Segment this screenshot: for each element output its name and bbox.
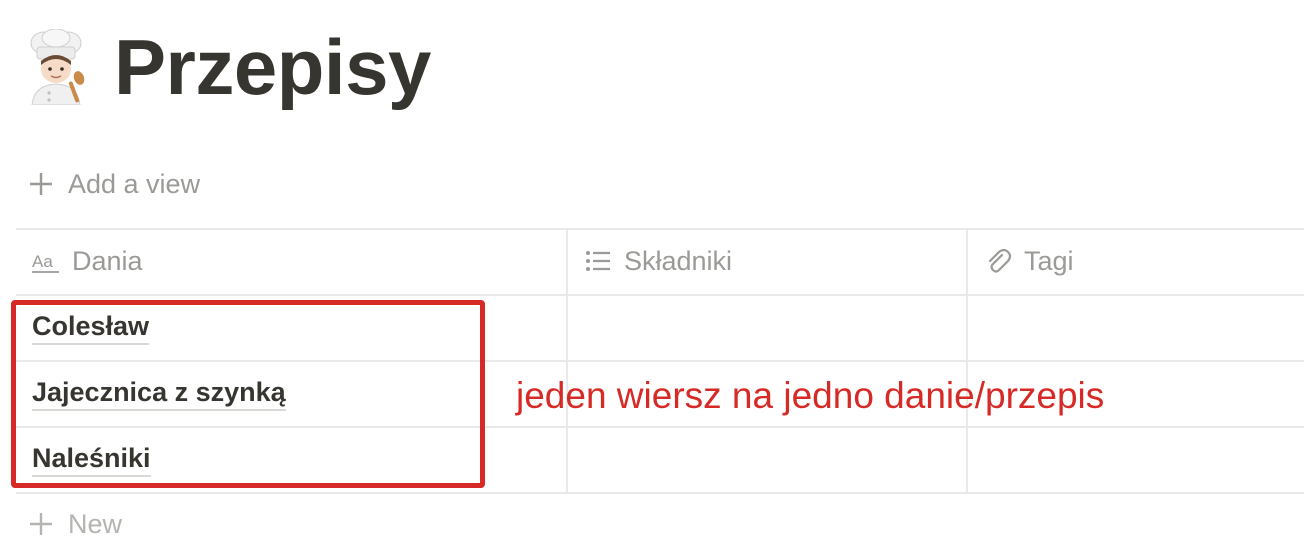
add-view-label: Add a view xyxy=(68,168,201,199)
column-label: Dania xyxy=(72,245,143,276)
highlight-box xyxy=(11,300,485,488)
svg-text:Aa: Aa xyxy=(32,252,53,271)
annotation-text: jeden wiersz na jedno danie/przepis xyxy=(516,375,1105,416)
column-label: Składniki xyxy=(624,245,733,276)
page-header: Przepisy xyxy=(22,22,431,112)
new-row-label: New xyxy=(68,508,123,539)
column-header-skladniki[interactable]: Składniki xyxy=(584,228,954,294)
chef-emoji-icon[interactable] xyxy=(22,29,90,105)
add-view-button[interactable]: Add a view xyxy=(28,166,200,202)
text-property-icon: Aa xyxy=(32,252,59,273)
page-title[interactable]: Przepisy xyxy=(114,28,431,106)
paperclip-icon xyxy=(988,248,1012,273)
list-icon xyxy=(586,251,610,271)
new-row-button[interactable]: New xyxy=(28,506,122,542)
column-header-tagi[interactable]: Tagi xyxy=(984,228,1294,294)
column-divider xyxy=(566,228,568,492)
column-header-dania[interactable]: Aa Dania xyxy=(32,228,552,294)
column-divider xyxy=(966,228,968,492)
database-page: Przepisy Add a view Aa Dania Składniki T… xyxy=(0,0,1304,548)
column-label: Tagi xyxy=(1024,245,1074,276)
table-divider xyxy=(16,492,1304,494)
plus-icon xyxy=(30,513,52,535)
plus-icon xyxy=(30,173,52,195)
